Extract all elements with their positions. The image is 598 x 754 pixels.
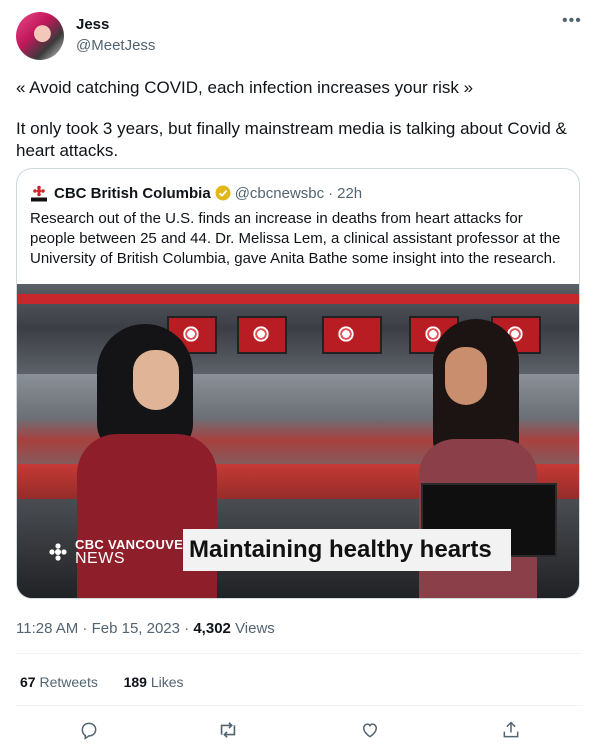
- quoted-tweet[interactable]: CBC British Columbia @cbcnewsbc · 22h Re…: [16, 168, 580, 599]
- news-label: NEWS: [75, 550, 125, 567]
- retweet-icon[interactable]: [214, 716, 242, 744]
- tweet-timestamp[interactable]: 11:28 AM · Feb 15, 2023 ·: [16, 620, 189, 637]
- cbc-gem-icon: [49, 543, 67, 561]
- more-icon[interactable]: •••: [562, 12, 582, 30]
- divider: [16, 705, 582, 706]
- quoted-separator: ·: [328, 184, 334, 202]
- views-count: 4,302: [193, 620, 231, 637]
- cbc-screen: [237, 316, 287, 354]
- heart-icon[interactable]: [356, 716, 384, 744]
- tweet-text-line2: It only took 3 years, but finally mainst…: [16, 119, 567, 160]
- views-label: Views: [235, 620, 275, 637]
- likes-stat[interactable]: 189 Likes: [124, 674, 184, 690]
- cbc-screen: [322, 316, 382, 354]
- quoted-video[interactable]: CBC VANCOUVER NEWS Maintaining healthy h…: [17, 284, 579, 598]
- cbc-logo-icon: [30, 184, 48, 202]
- studio-beam: [17, 294, 579, 304]
- author-avatar[interactable]: [16, 12, 64, 60]
- tweet-meta: 11:28 AM · Feb 15, 2023 · 4,302 Views: [16, 620, 275, 637]
- quoted-author-name[interactable]: CBC British Columbia: [54, 185, 211, 202]
- cbc-news-logo: CBC VANCOUVER NEWS: [47, 538, 193, 567]
- tweet-text-line1: « Avoid catching COVID, each infection i…: [16, 78, 474, 97]
- author-handle[interactable]: @MeetJess: [76, 37, 155, 54]
- author-name[interactable]: Jess: [76, 16, 109, 33]
- likes-label: Likes: [150, 674, 184, 690]
- retweets-label: Retweets: [39, 674, 98, 690]
- quoted-tweet-text: Research out of the U.S. finds an increa…: [30, 210, 561, 267]
- quoted-time[interactable]: 22h: [337, 185, 362, 202]
- quoted-tweet-header: CBC British Columbia @cbcnewsbc · 22h: [30, 183, 362, 203]
- share-icon[interactable]: [497, 716, 525, 744]
- likes-count: 189: [123, 674, 147, 690]
- lower-third-caption: Maintaining healthy hearts: [183, 529, 511, 571]
- divider: [16, 653, 582, 654]
- tweet-stats: 67 Retweets 189 Likes: [20, 674, 184, 690]
- retweets-stat[interactable]: 67 Retweets: [20, 674, 98, 690]
- verified-badge-icon: [215, 185, 231, 201]
- quoted-author-handle[interactable]: @cbcnewsbc: [235, 185, 324, 202]
- reply-icon[interactable]: [75, 716, 103, 744]
- retweets-count: 67: [20, 674, 36, 690]
